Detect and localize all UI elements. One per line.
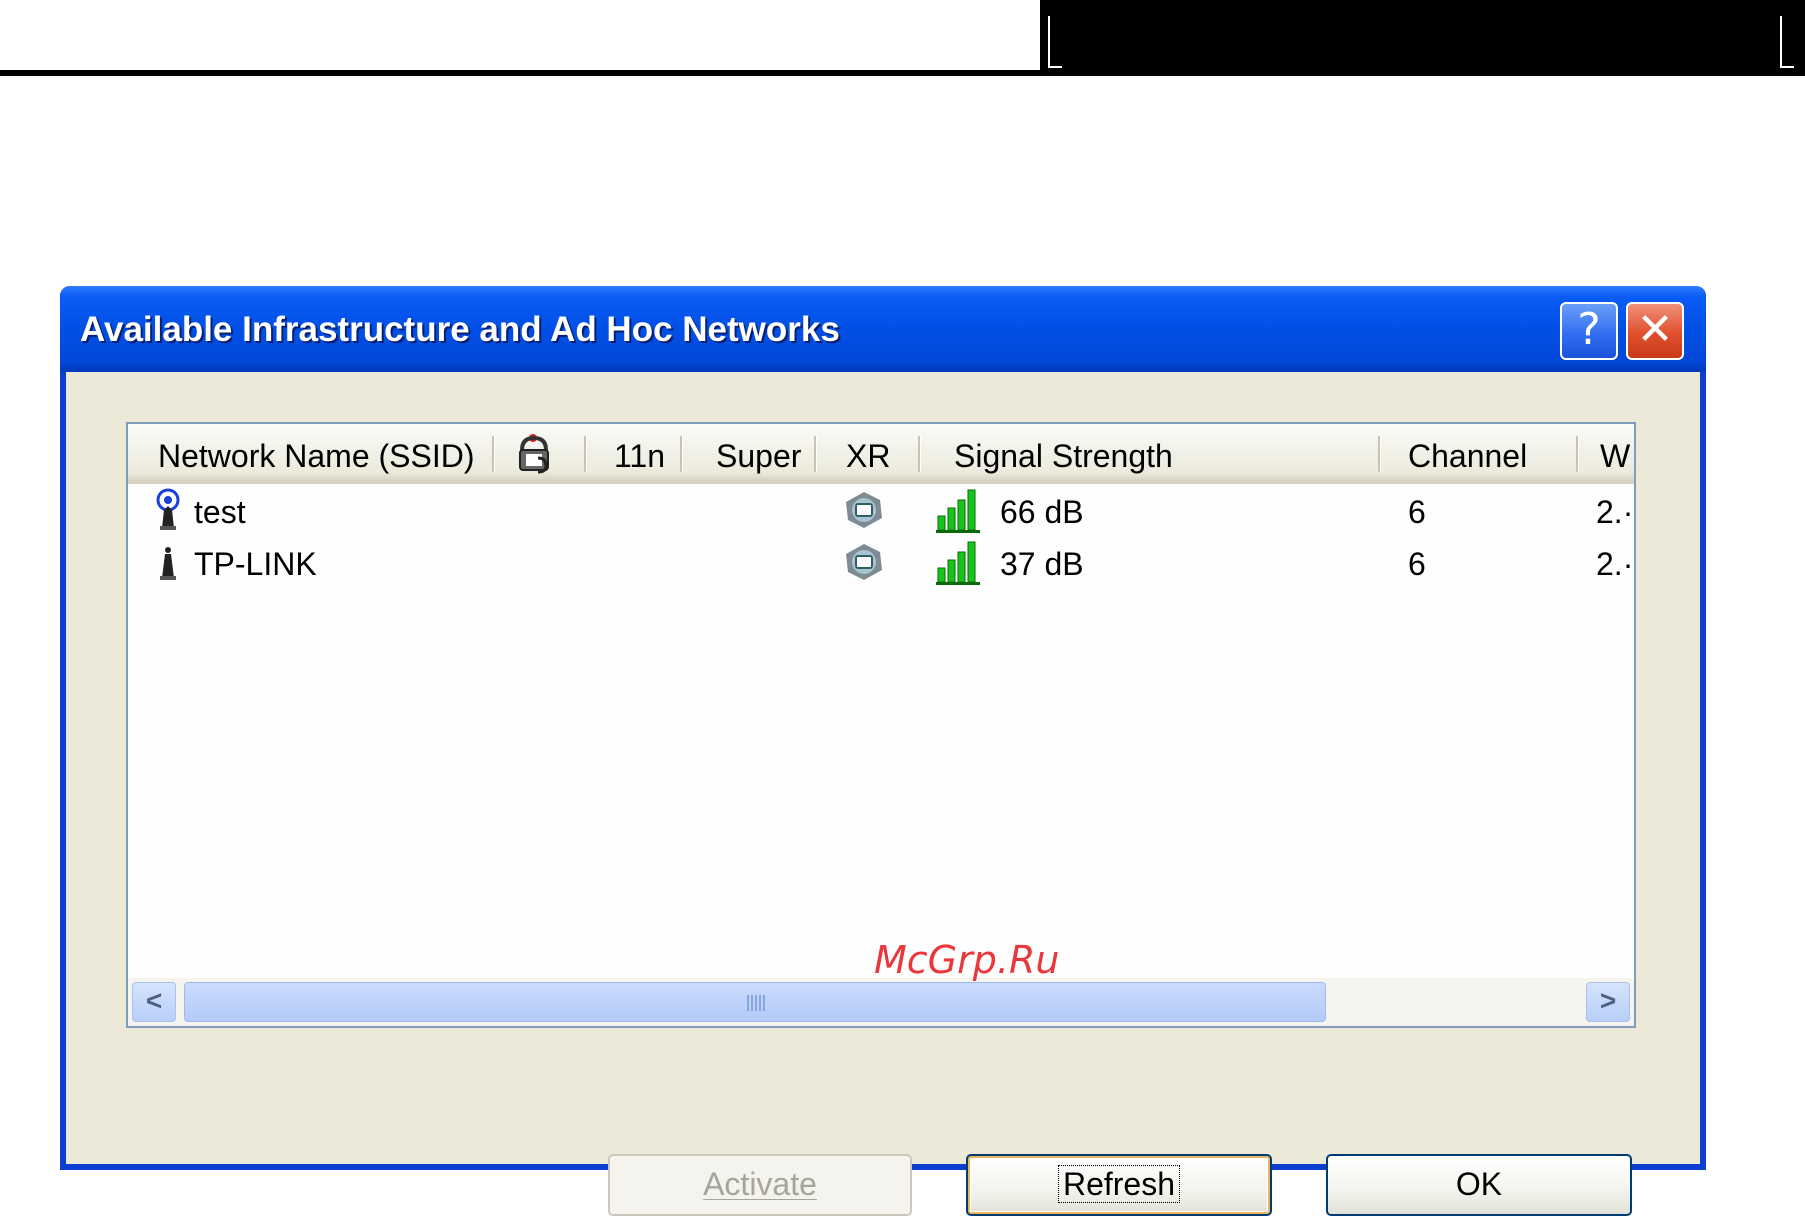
refresh-button-label: Refresh bbox=[1057, 1165, 1181, 1203]
channel-cell: 6 bbox=[1408, 546, 1426, 582]
wireless-mode-cell: 2.· bbox=[1596, 494, 1634, 530]
wireless-mode-cell: 2.· bbox=[1596, 546, 1634, 582]
channel-cell: 6 bbox=[1408, 494, 1426, 530]
list-header: Network Name (SSID) 11n Super XR Signal … bbox=[128, 424, 1634, 484]
col-header-super[interactable]: Super bbox=[716, 438, 801, 475]
dialog-title: Available Infrastructure and Ad Hoc Netw… bbox=[80, 310, 840, 349]
watermark: McGrp.Ru bbox=[874, 938, 1060, 982]
page-header bbox=[0, 0, 1805, 80]
ssid-cell: test bbox=[194, 494, 246, 530]
refresh-button[interactable]: Refresh bbox=[966, 1154, 1272, 1216]
activate-button-label: Activate bbox=[703, 1166, 817, 1202]
ok-button[interactable]: OK bbox=[1326, 1154, 1632, 1216]
col-separator[interactable] bbox=[1378, 436, 1381, 472]
signal-cell: 37 dB bbox=[1000, 546, 1084, 582]
header-rule bbox=[0, 70, 1805, 76]
header-left-mark bbox=[1048, 16, 1062, 68]
col-header-ssid[interactable]: Network Name (SSID) bbox=[158, 438, 475, 475]
signal-cell: 66 dB bbox=[1000, 494, 1084, 530]
signal-bars-icon bbox=[936, 489, 980, 533]
scroll-left-button[interactable]: < bbox=[132, 982, 176, 1022]
horizontal-scrollbar[interactable]: < > bbox=[128, 978, 1634, 1026]
col-separator[interactable] bbox=[584, 436, 587, 472]
close-button[interactable]: ✕ bbox=[1626, 302, 1684, 360]
col-separator[interactable] bbox=[814, 436, 817, 472]
col-header-signal-strength[interactable]: Signal Strength bbox=[954, 438, 1173, 475]
col-header-xr[interactable]: XR bbox=[846, 438, 890, 475]
xr-icon bbox=[846, 492, 882, 528]
header-black-block bbox=[1040, 0, 1805, 76]
networks-dialog: Available Infrastructure and Ad Hoc Netw… bbox=[60, 286, 1706, 1216]
col-separator[interactable] bbox=[492, 436, 495, 472]
dialog-client-area: Network Name (SSID) 11n Super XR Signal … bbox=[66, 372, 1700, 1216]
help-button[interactable]: ? bbox=[1560, 302, 1618, 360]
col-separator[interactable] bbox=[680, 436, 683, 472]
signal-bars-icon bbox=[936, 541, 980, 585]
col-header-channel[interactable]: Channel bbox=[1408, 438, 1527, 475]
ssid-cell: TP-LINK bbox=[194, 546, 317, 582]
titlebar[interactable]: Available Infrastructure and Ad Hoc Netw… bbox=[60, 286, 1706, 372]
col-separator[interactable] bbox=[918, 436, 921, 472]
activate-button[interactable]: Activate bbox=[608, 1154, 912, 1216]
col-header-11n[interactable]: 11n bbox=[614, 438, 665, 475]
thumb-grip bbox=[747, 995, 767, 1011]
adhoc-antenna-icon bbox=[156, 488, 180, 530]
col-header-wireless-mode[interactable]: W bbox=[1600, 438, 1630, 475]
col-separator[interactable] bbox=[1576, 436, 1579, 472]
header-right-mark bbox=[1780, 16, 1794, 68]
xr-icon bbox=[846, 544, 882, 580]
list-item[interactable]: TP-LINK 37 dB 6 2.· bbox=[128, 538, 1634, 588]
access-point-icon bbox=[160, 547, 176, 580]
scroll-right-button[interactable]: > bbox=[1586, 982, 1630, 1022]
list-item[interactable]: test 66 dB 6 2.· bbox=[128, 486, 1634, 536]
ok-button-label: OK bbox=[1455, 1166, 1503, 1202]
scroll-thumb[interactable] bbox=[184, 982, 1326, 1022]
lock-icon[interactable] bbox=[514, 432, 558, 476]
